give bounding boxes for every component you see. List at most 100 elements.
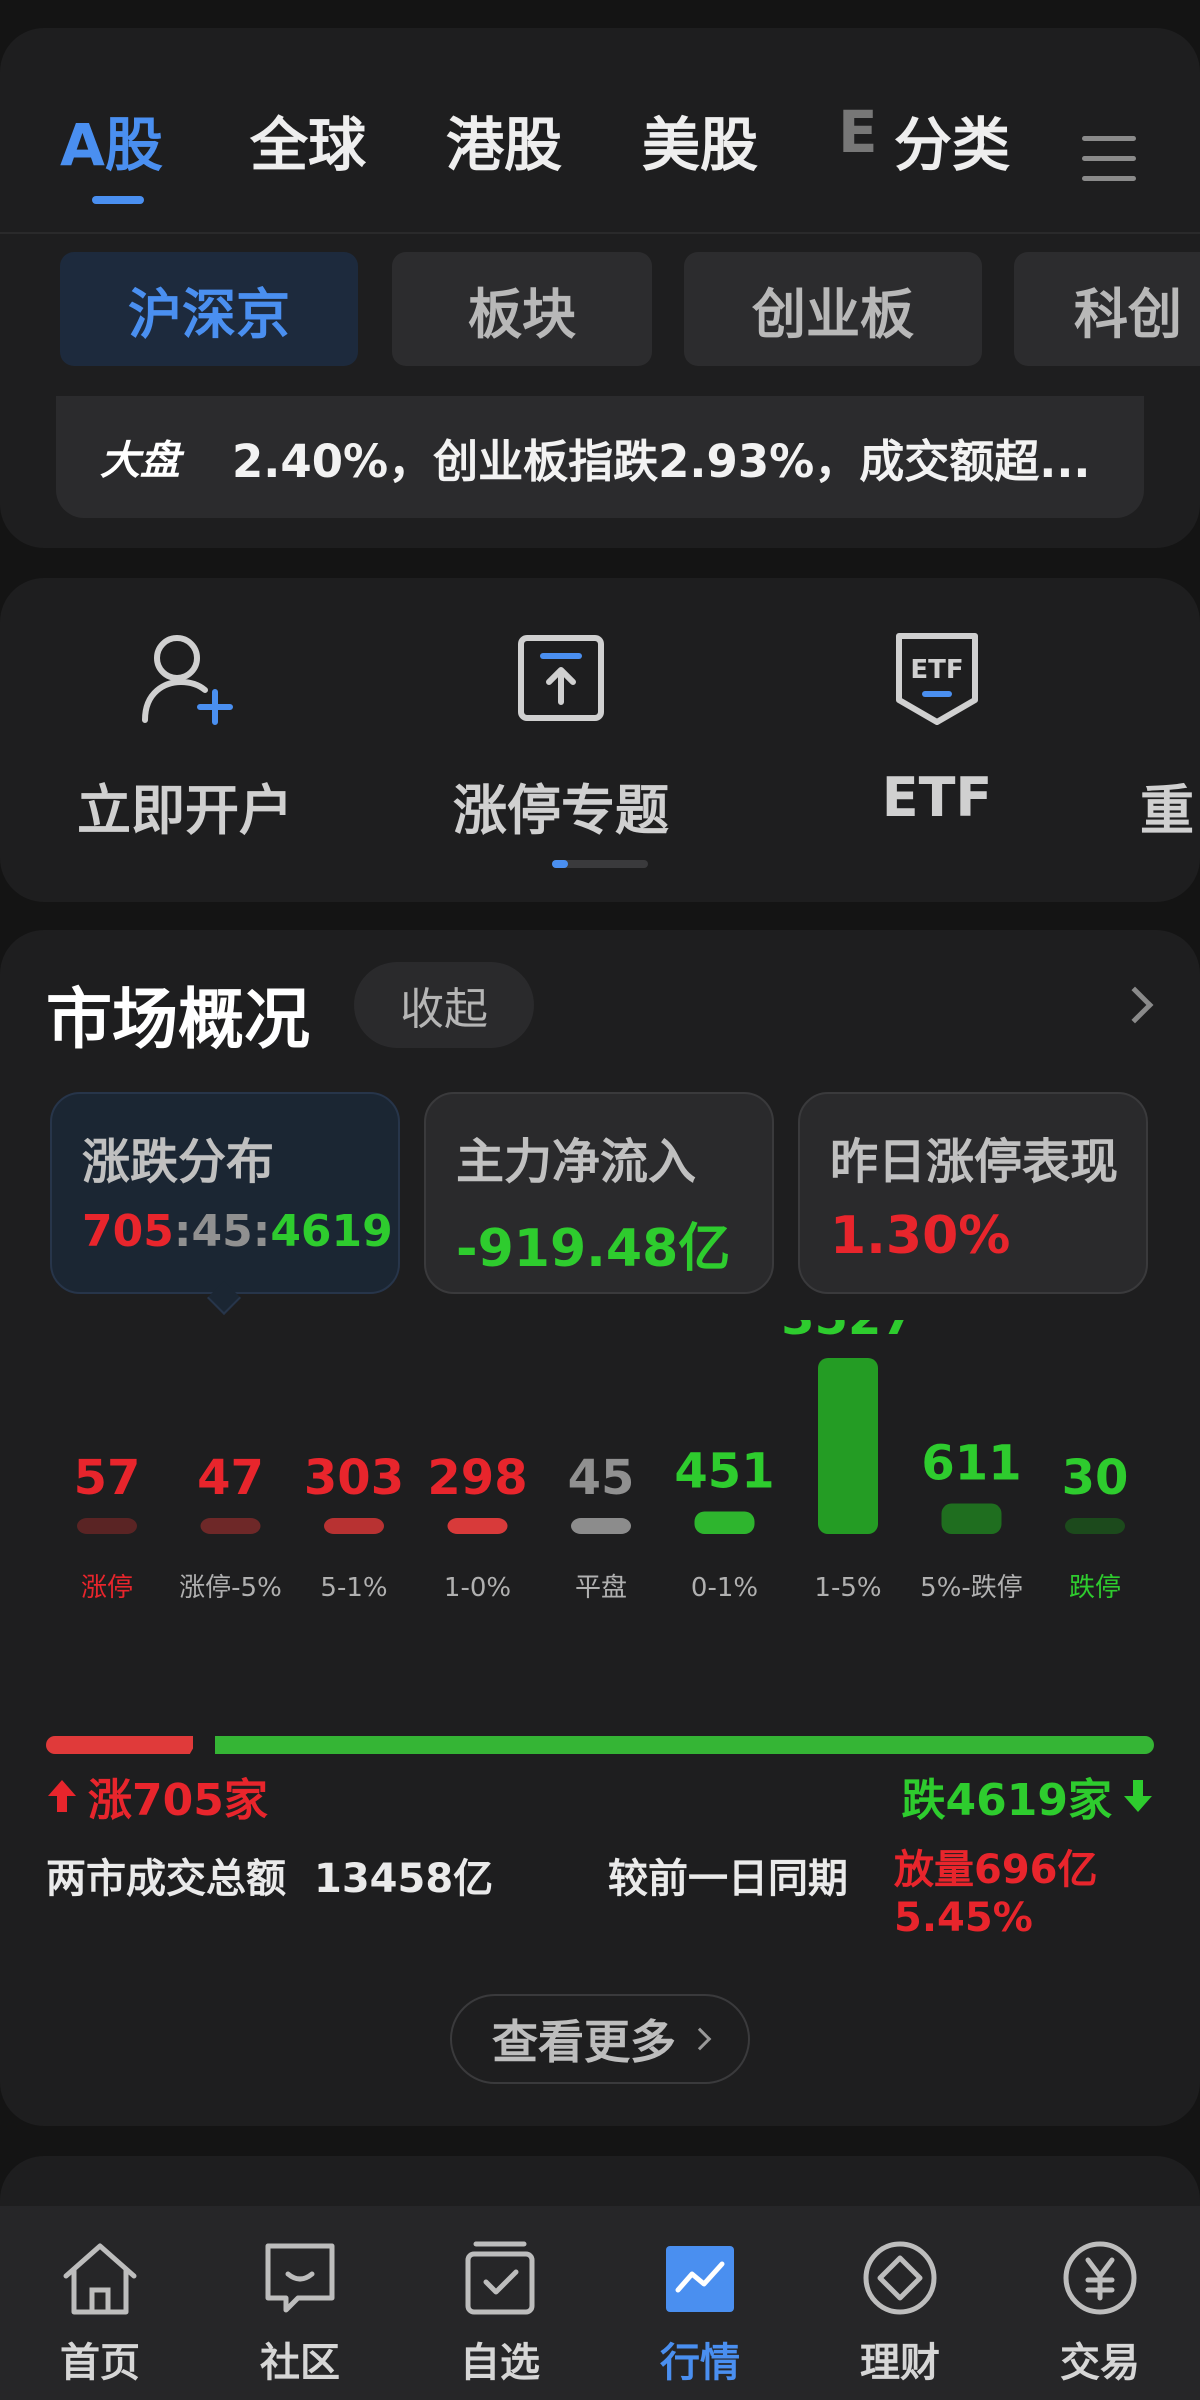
stat-title: 昨日涨停表现 (830, 1134, 1119, 1190)
nav-market[interactable]: 行情 (600, 2206, 800, 2400)
dist-bar-label: 1-0% (444, 1573, 511, 1603)
up-down-ratio-bar (46, 1732, 1154, 1758)
home-icon (63, 2243, 137, 2315)
active-tab-indicator (92, 196, 144, 204)
stat-main-net-inflow[interactable]: 主力净流入 -919.48亿 (424, 1092, 774, 1294)
divider (0, 232, 1200, 234)
etf-icon: ETF (896, 633, 978, 725)
shortcut-scroll-indicator (552, 860, 648, 868)
svg-text:ETF: ETF (910, 655, 963, 685)
dist-bar-value: 57 (74, 1450, 141, 1506)
dist-bar (200, 1518, 261, 1534)
nav-label: 社区 (260, 2340, 340, 2386)
delta-amount: 放量696亿 (894, 1847, 1098, 1893)
shortcut-etf[interactable]: ETF ETF (812, 628, 1062, 829)
market-overview-card: 市场概况 收起 涨跌分布 705:45:4619 主力净流入 -919.48亿 … (0, 930, 1200, 2126)
watchlist-icon (465, 2241, 535, 2315)
nav-label: 首页 (60, 2340, 140, 2386)
dist-bar (77, 1518, 137, 1534)
stat-up-down-distribution[interactable]: 涨跌分布 705:45:4619 (50, 1092, 400, 1294)
dist-bar-value: 47 (197, 1450, 264, 1506)
market-tabs: A股 全球 港股 美股 E 分类 (0, 28, 1200, 206)
nav-wealth[interactable]: 理财 (800, 2206, 1000, 2400)
community-icon (265, 2243, 335, 2313)
dist-bar-label: 涨停 (81, 1573, 133, 1603)
collapse-button[interactable]: 收起 (354, 962, 534, 1048)
limit-up-icon (518, 635, 604, 721)
subtab-star-market[interactable]: 科创 (1014, 252, 1200, 366)
nav-label: 行情 (660, 2340, 740, 2386)
shortcut-label: 重 (1140, 779, 1194, 842)
chevron-right-icon[interactable] (1116, 986, 1154, 1024)
nav-watchlist[interactable]: 自选 (400, 2206, 600, 2400)
dist-bar-value: 3527 (781, 1320, 915, 1346)
nav-label: 交易 (1060, 2340, 1140, 2386)
down-total: 跌4619家 (902, 1764, 1154, 1828)
dist-bar-label: 5-1% (320, 1573, 387, 1603)
stat-value: -919.48亿 (456, 1219, 731, 1279)
dist-bar-label: 0-1% (691, 1573, 758, 1603)
wealth-icon (863, 2241, 937, 2315)
market-header-card: A股 全球 港股 美股 E 分类 沪深京 板块 创业板 科创 大盘 2.40%，… (0, 28, 1200, 548)
up-count: 705 (82, 1206, 174, 1257)
view-more-label: 查看更多 (492, 2015, 676, 2069)
stat-title: 涨跌分布 (82, 1134, 275, 1190)
dist-bar (571, 1518, 631, 1534)
dist-bar (941, 1503, 1002, 1534)
dist-bar-label: 1-5% (814, 1573, 881, 1603)
tab-etf-partial[interactable]: E (838, 98, 878, 166)
dist-bar-label: 平盘 (575, 1573, 627, 1603)
tab-hk-stocks[interactable]: 港股 (446, 98, 562, 182)
dist-bar (324, 1518, 384, 1534)
shortcuts-card: 立即开户 涨停专题 ETF ETF 重 (0, 578, 1200, 902)
view-more-button[interactable]: 查看更多 (450, 1994, 750, 2084)
shortcut-limit-up[interactable]: 涨停专题 (436, 628, 686, 845)
news-text: 2.40%，创业板指跌2.93%，成交额超... (232, 434, 1091, 488)
shortcut-open-account[interactable]: 立即开户 (60, 628, 310, 845)
delta-percent: 5.45% (894, 1895, 1033, 1941)
menu-icon[interactable] (1082, 136, 1136, 182)
nav-home[interactable]: 首页 (0, 2206, 200, 2400)
dist-bar-value: 45 (568, 1450, 635, 1506)
shortcut-label: 涨停专题 (453, 779, 669, 842)
compare-label: 较前一日同期 (608, 1856, 848, 1902)
dist-bar (1065, 1518, 1125, 1534)
tab-us-stocks[interactable]: 美股 (642, 98, 758, 182)
chevron-right-icon (688, 2027, 712, 2051)
dist-bar-value: 611 (921, 1436, 1021, 1492)
bottom-navigation: 首页 社区 自选 行情 理财 交易 (0, 2206, 1200, 2400)
tab-a-shares[interactable]: A股 (60, 98, 163, 182)
market-icon (666, 2246, 734, 2312)
shortcut-label: 立即开户 (77, 779, 293, 842)
market-overview-title: 市场概况 (46, 981, 310, 1058)
nav-community[interactable]: 社区 (200, 2206, 400, 2400)
dist-bar-label: 5%-跌停 (920, 1573, 1023, 1603)
tab-global[interactable]: 全球 (250, 98, 366, 182)
arrow-down-icon (1124, 1780, 1152, 1812)
trade-icon (1063, 2241, 1137, 2315)
subtab-chinext[interactable]: 创业板 (684, 252, 982, 366)
subtab-sectors[interactable]: 板块 (392, 252, 652, 366)
dist-bar-value: 30 (1062, 1450, 1129, 1506)
shortcut-partial[interactable]: 重 (1140, 628, 1200, 845)
up-down-distribution-chart: 57 涨停 47 涨停-5% 303 5-1% 298 1-0% 45 平盘 451 0-1% 3527… (74, 1320, 1129, 1603)
nav-label: 理财 (860, 2340, 940, 2386)
dist-bar (447, 1518, 508, 1534)
arrow-up-icon (48, 1780, 76, 1812)
nav-trade[interactable]: 交易 (1000, 2206, 1200, 2400)
shortcut-label: ETF (881, 766, 993, 829)
subtab-shanghai-shenzhen-beijing[interactable]: 沪深京 (60, 252, 358, 366)
stat-value: 705:45:4619 (82, 1206, 393, 1257)
stat-yesterday-limit-up-performance[interactable]: 昨日涨停表现 1.30% (798, 1092, 1148, 1294)
tab-category[interactable]: 分类 (894, 98, 1010, 182)
market-news-ticker[interactable]: 大盘 2.40%，创业板指跌2.93%，成交额超... (56, 396, 1144, 518)
dist-bar-value: 298 (427, 1450, 527, 1506)
down-count: 4619 (270, 1206, 393, 1257)
add-user-icon (142, 635, 233, 725)
stat-value: 1.30% (830, 1206, 1011, 1266)
turnover-delta: 放量696亿 5.45% (894, 1846, 1098, 1942)
dist-bar-label: 涨停-5% (179, 1573, 282, 1603)
dist-bar (694, 1511, 755, 1534)
stat-title: 主力净流入 (456, 1134, 697, 1190)
dist-bar (818, 1358, 878, 1534)
